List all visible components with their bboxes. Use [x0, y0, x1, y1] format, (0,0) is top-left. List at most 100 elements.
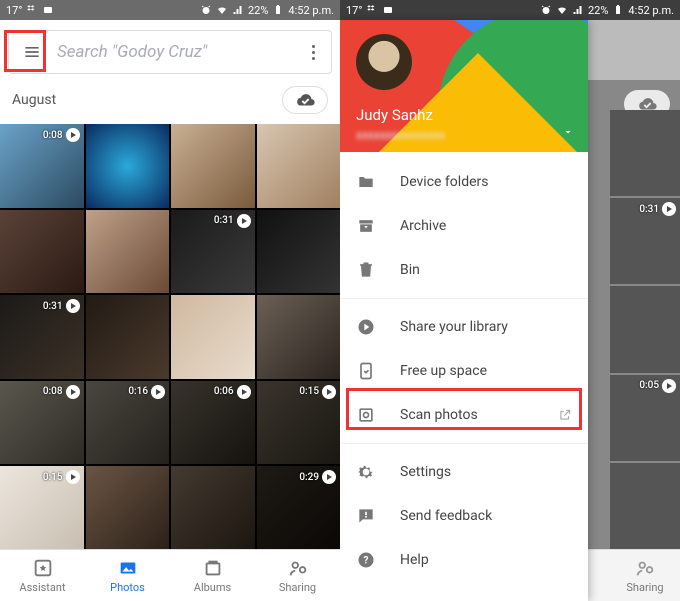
chevron-down-icon[interactable]: [562, 126, 574, 138]
signal-icon: [572, 4, 584, 16]
menu-free-up-space[interactable]: Free up space: [340, 349, 588, 393]
dropbox-icon: [366, 4, 378, 16]
nav-assistant[interactable]: Assistant: [0, 550, 85, 601]
menu-bin[interactable]: Bin: [340, 248, 588, 292]
dimmed-photo-column: 0:310:05: [610, 110, 680, 549]
main-scroll[interactable]: Search "Godoy Cruz" August 0:08 0:31 0:31 0…: [0, 20, 340, 549]
play-icon: [237, 385, 251, 399]
menu-archive[interactable]: Archive: [340, 204, 588, 248]
sharing-icon: [634, 557, 656, 579]
photo-thumb[interactable]: [86, 466, 170, 549]
menu-settings-label: Settings: [400, 464, 451, 480]
photo-thumb[interactable]: [171, 124, 255, 208]
photo-thumb[interactable]: 0:06: [171, 381, 255, 465]
play-icon: [66, 128, 80, 142]
search-placeholder: Search "Godoy Cruz": [57, 42, 293, 62]
section-header: August: [0, 78, 340, 124]
signal-icon: [232, 4, 244, 16]
photo-thumb[interactable]: [86, 210, 170, 294]
free-up-space-icon: [356, 361, 376, 381]
alarm-icon: [540, 4, 552, 16]
menu-scan-photos-label: Scan photos: [400, 407, 478, 423]
phone-left: 17° 22% 4:52 p.m. Search "Godoy Cruz" Au…: [0, 0, 340, 601]
svg-text:?: ?: [364, 555, 369, 566]
drawer-header[interactable]: Judy Sanhz xxxxxxxxxxxxxxx: [340, 20, 588, 152]
bottom-nav: Assistant Photos Albums Sharing: [0, 549, 340, 601]
video-duration-badge: 0:29: [299, 470, 336, 484]
backup-status-button[interactable]: [282, 86, 328, 114]
photo-thumb[interactable]: 0:08: [0, 124, 84, 208]
play-icon: [662, 379, 676, 393]
card-icon: [382, 4, 394, 16]
dropbox-icon: [26, 4, 38, 16]
scan-icon: [356, 405, 376, 425]
photo-thumb-dimmed: [610, 286, 680, 372]
status-time: 4:52 p.m.: [288, 4, 334, 17]
video-duration-badge: 0:31: [214, 214, 251, 228]
nav-photos[interactable]: Photos: [85, 550, 170, 601]
video-duration-badge: 0:08: [43, 385, 80, 399]
photo-thumb[interactable]: [257, 295, 341, 379]
photo-thumb[interactable]: [0, 210, 84, 294]
alarm-icon: [200, 4, 212, 16]
nav-sharing[interactable]: Sharing: [255, 550, 340, 601]
photo-thumb[interactable]: 0:29: [257, 466, 341, 549]
wifi-icon: [216, 4, 228, 16]
video-duration-badge: 0:06: [214, 385, 251, 399]
battery-icon: [272, 4, 284, 16]
photo-thumb[interactable]: 0:15: [0, 466, 84, 549]
photo-thumb[interactable]: [86, 295, 170, 379]
status-battery-pct: 22%: [248, 4, 268, 17]
status-bar: 17° 22% 4:52 p.m.: [0, 0, 340, 20]
card-icon: [42, 4, 54, 16]
photo-thumb[interactable]: [257, 124, 341, 208]
menu-help-label: Help: [400, 552, 429, 568]
archive-icon: [356, 216, 376, 236]
bin-icon: [356, 260, 376, 280]
menu-free-up-space-label: Free up space: [400, 363, 487, 379]
menu-separator: [340, 298, 588, 299]
menu-separator: [340, 443, 588, 444]
more-button[interactable]: [301, 40, 325, 64]
play-icon: [151, 385, 165, 399]
video-duration-badge: 0:15: [43, 470, 80, 484]
photo-thumb[interactable]: [171, 466, 255, 549]
phone-right: 0:310:05 Sharing 17° 22% 4:52 p.m. Judy …: [340, 0, 680, 601]
photo-thumb-dimmed: [610, 110, 680, 196]
menu-share-library[interactable]: Share your library: [340, 305, 588, 349]
menu-help[interactable]: ? Help: [340, 538, 588, 582]
nav-assistant-label: Assistant: [19, 581, 65, 594]
photo-thumb[interactable]: [171, 295, 255, 379]
photo-thumb[interactable]: [257, 210, 341, 294]
assistant-icon: [32, 557, 54, 579]
nav-albums-label: Albums: [194, 581, 231, 594]
play-icon: [322, 385, 336, 399]
photo-thumb[interactable]: 0:31: [0, 295, 84, 379]
drawer-menu: Device folders Archive Bin Share your li…: [340, 152, 588, 601]
video-duration-badge: 0:31: [43, 299, 80, 313]
photo-thumb[interactable]: 0:16: [86, 381, 170, 465]
play-icon: [662, 202, 676, 216]
account-email: xxxxxxxxxxxxxxx: [356, 128, 445, 142]
menu-button[interactable]: [15, 35, 49, 69]
status-bar: 17° 22% 4:52 p.m.: [340, 0, 680, 20]
photo-thumb[interactable]: 0:08: [0, 381, 84, 465]
play-icon: [237, 214, 251, 228]
menu-device-folders-label: Device folders: [400, 174, 488, 190]
menu-send-feedback[interactable]: Send feedback: [340, 494, 588, 538]
avatar[interactable]: [356, 34, 412, 90]
search-bar[interactable]: Search "Godoy Cruz": [8, 30, 332, 74]
photo-thumb[interactable]: 0:15: [257, 381, 341, 465]
photo-thumb[interactable]: 0:31: [171, 210, 255, 294]
photo-thumb[interactable]: [86, 124, 170, 208]
menu-settings[interactable]: Settings: [340, 450, 588, 494]
nav-albums[interactable]: Albums: [170, 550, 255, 601]
battery-icon: [612, 4, 624, 16]
menu-scan-photos[interactable]: Scan photos: [340, 393, 588, 437]
nav-photos-label: Photos: [110, 581, 145, 594]
menu-bin-label: Bin: [400, 262, 420, 278]
video-duration-badge: 0:31: [639, 202, 676, 216]
albums-icon: [202, 557, 224, 579]
menu-device-folders[interactable]: Device folders: [340, 160, 588, 204]
hamburger-icon: [22, 42, 42, 62]
